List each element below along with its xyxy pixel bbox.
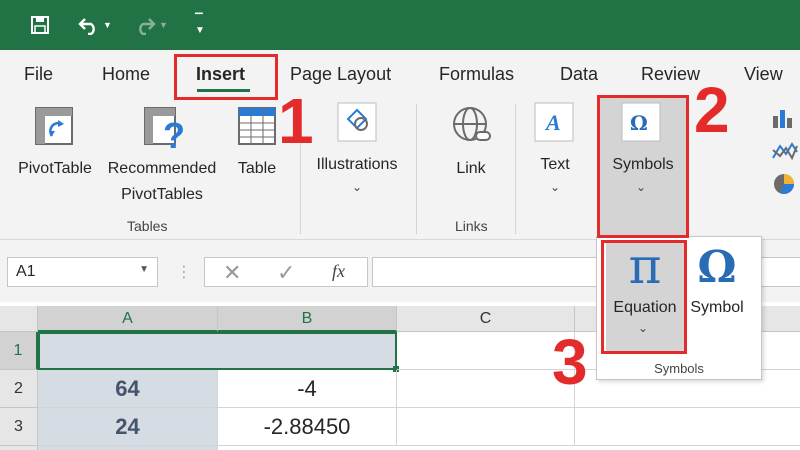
redo-icon: [139, 18, 156, 35]
row-header-2[interactable]: 2: [0, 370, 38, 408]
cell-c2[interactable]: [397, 370, 575, 408]
step2-number: 2: [694, 74, 730, 146]
chevron-down-icon: ⌄: [550, 180, 561, 194]
recommended-pivottables-icon: ?: [143, 106, 189, 156]
step1-highlight: [174, 54, 278, 100]
chevron-down-icon: ⌄: [352, 180, 363, 194]
cell-c3[interactable]: [397, 408, 575, 446]
recommended-label: Recommended: [107, 160, 217, 177]
recommended-pivottables-button[interactable]: Recommended PivotTables: [100, 156, 224, 208]
tab-review[interactable]: Review: [641, 64, 700, 85]
name-box-value: A1: [16, 263, 36, 280]
chevron-down-icon: ▼: [159, 20, 168, 30]
link-button[interactable]: Link: [444, 156, 498, 182]
column-header-b[interactable]: B: [218, 306, 397, 332]
name-box[interactable]: A1 ▼: [7, 257, 158, 287]
enter-check-icon[interactable]: ✓: [277, 260, 295, 286]
tab-view[interactable]: View: [744, 64, 783, 85]
cell-a4[interactable]: [38, 446, 218, 450]
symbol-button[interactable]: Symbol: [684, 299, 750, 317]
title-bar: [0, 0, 800, 50]
pivottable-icon: [34, 106, 74, 151]
step3-number: 3: [552, 326, 588, 398]
link-icon: [450, 104, 494, 153]
tab-page-layout[interactable]: Page Layout: [290, 64, 391, 85]
step3-highlight: [601, 240, 687, 354]
cancel-icon[interactable]: ✕: [223, 260, 241, 286]
chevron-down-icon: ▼: [103, 20, 112, 30]
undo-icon: [78, 18, 95, 35]
bar-chart-icon[interactable]: [772, 106, 796, 133]
tab-home[interactable]: Home: [102, 64, 150, 85]
undo-button[interactable]: ▼: [72, 11, 118, 39]
tab-file[interactable]: File: [24, 64, 53, 85]
links-group-label: Links: [455, 218, 488, 234]
svg-text:?: ?: [163, 115, 185, 150]
symbols-group-label: Symbols: [654, 361, 704, 376]
row-header-4[interactable]: [0, 446, 38, 450]
table-icon: [237, 106, 277, 151]
line-chart-icon[interactable]: [772, 140, 798, 167]
tables-group-label: Tables: [127, 218, 168, 234]
column-header-c[interactable]: C: [397, 306, 575, 332]
row-header-3[interactable]: 3: [0, 408, 38, 446]
formula-controls: ✕ ✓ fx: [204, 257, 368, 287]
omega-icon[interactable]: Ω: [690, 238, 744, 298]
svg-text:A: A: [544, 110, 561, 135]
customize-qat-button[interactable]: ▔ ▼: [190, 11, 210, 39]
chevron-down-icon[interactable]: ▼: [139, 264, 149, 275]
redo-button[interactable]: ▼: [128, 11, 174, 39]
cell-b3[interactable]: -2.88450: [218, 408, 397, 446]
text-icon: A: [534, 102, 574, 147]
cell-a2[interactable]: 64: [38, 370, 218, 408]
group-divider: [515, 104, 516, 234]
illustrations-button[interactable]: Illustrations: [308, 152, 406, 178]
save-icon[interactable]: [26, 11, 54, 39]
pie-chart-icon[interactable]: [772, 172, 796, 201]
text-button[interactable]: Text: [528, 152, 582, 178]
step2-highlight: [597, 95, 689, 238]
column-header-a[interactable]: A: [38, 306, 218, 332]
select-all-corner[interactable]: [0, 306, 38, 332]
cell-c1[interactable]: [397, 332, 575, 370]
pivottables-label: PivotTables: [121, 186, 203, 203]
illustrations-icon: [337, 102, 377, 147]
insert-function-button[interactable]: fx: [332, 261, 345, 282]
group-divider: [416, 104, 417, 234]
customize-icon: ▔ ▼: [195, 14, 205, 36]
table-button[interactable]: Table: [230, 156, 284, 182]
row-header-1[interactable]: 1: [0, 332, 38, 370]
pivottable-button[interactable]: PivotTable: [14, 156, 96, 182]
cell-a1[interactable]: [38, 332, 397, 370]
tab-formulas[interactable]: Formulas: [439, 64, 514, 85]
cell-d3[interactable]: [575, 408, 800, 446]
grip-dots-icon: ⋮: [176, 264, 192, 281]
cell-a3[interactable]: 24: [38, 408, 218, 446]
cell-b2[interactable]: -4: [218, 370, 397, 408]
step1-number: 1: [278, 85, 314, 157]
tab-data[interactable]: Data: [560, 64, 598, 85]
